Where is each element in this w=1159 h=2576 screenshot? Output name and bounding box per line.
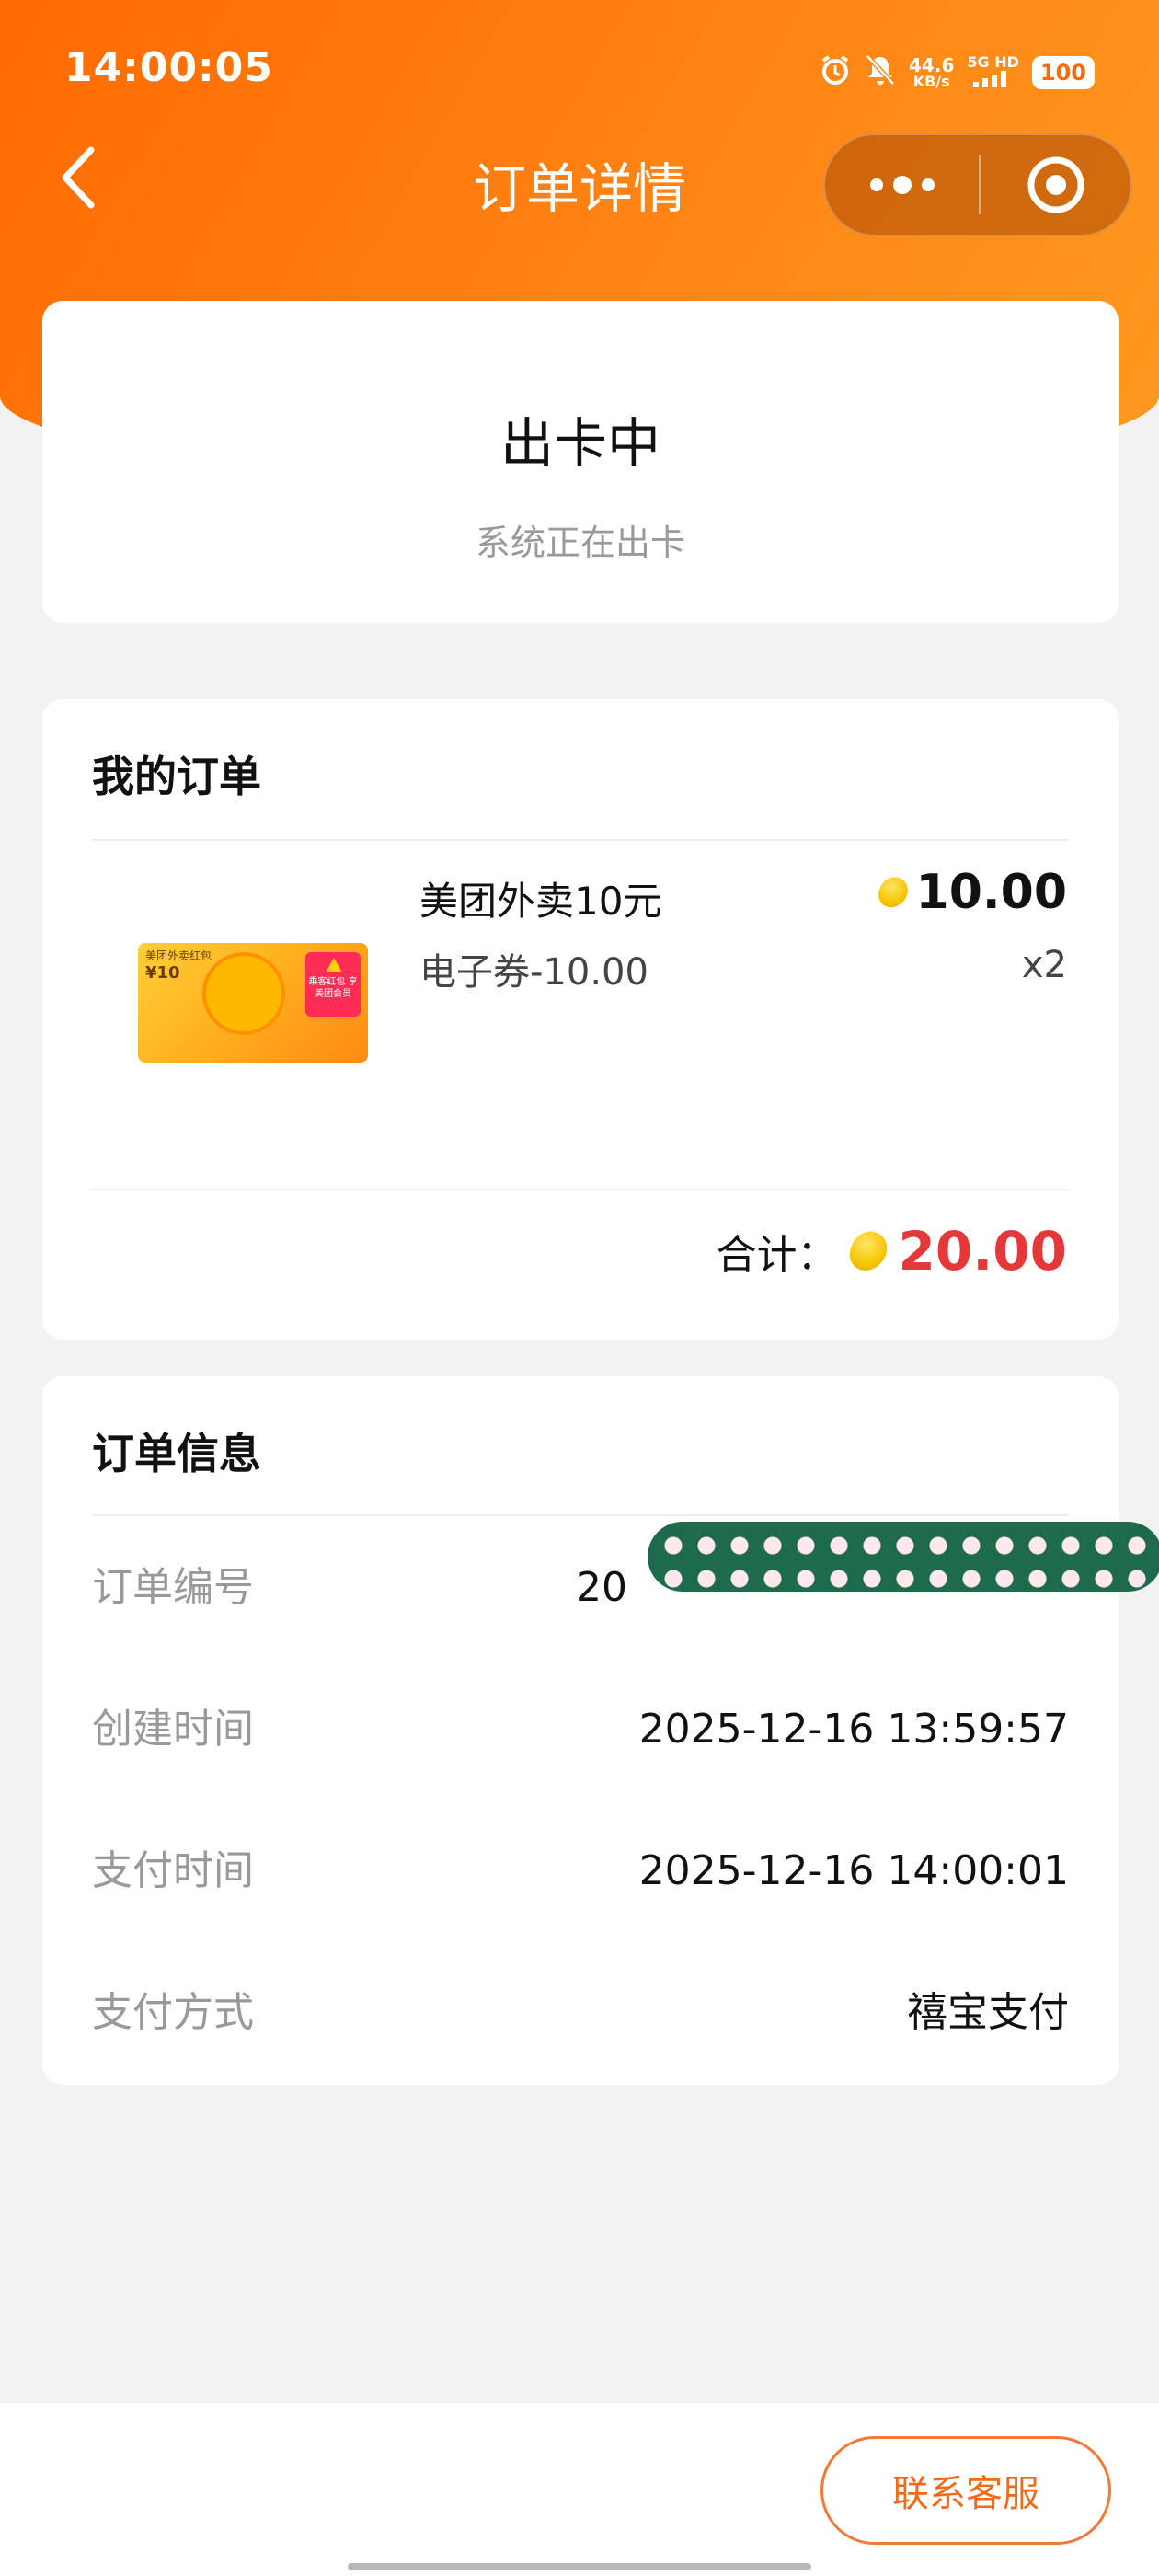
bottom-action-bar: 联系客服	[0, 2401, 1159, 2576]
info-label: 创建时间	[92, 1706, 254, 1753]
bean-coin-icon	[843, 1225, 893, 1277]
net-speed-value: 44.6	[909, 54, 955, 76]
thumb-badge: 乘客红包 享美团会员	[305, 952, 361, 1017]
product-spec: 电子券-10.00	[419, 951, 648, 994]
thumb-amount: ¥10	[145, 963, 180, 983]
more-dots-icon	[869, 176, 935, 194]
product-quantity: x2	[1021, 944, 1067, 986]
info-label: 订单编号	[92, 1564, 254, 1611]
mute-bell-icon	[865, 53, 896, 92]
order-info-title: 订单信息	[92, 1429, 261, 1478]
thumb-badge-text: 乘客红包 享美团会员	[308, 977, 358, 999]
signal-label: 5G HD	[967, 53, 1019, 71]
product-price: 10.00	[873, 865, 1067, 920]
divider	[92, 1514, 1069, 1516]
divider	[92, 1189, 1069, 1190]
total-label: 合计：	[716, 1232, 838, 1279]
contact-support-button[interactable]: 联系客服	[820, 2436, 1111, 2545]
thumb-mascot	[202, 952, 285, 1035]
warning-icon	[326, 958, 342, 972]
order-status-desc: 系统正在出卡	[475, 523, 685, 563]
status-time: 14:00:05	[64, 44, 273, 91]
net-speed-unit: KB/s	[912, 73, 950, 90]
total-value: 20.00	[898, 1220, 1067, 1282]
info-row-payment-method: 支付方式 禧宝支付	[92, 1976, 1069, 2050]
order-number-value: 20	[576, 1564, 627, 1611]
created-time-value: 2025-12-16 13:59:57	[638, 1706, 1069, 1753]
order-status-card: 出卡中 系统正在出卡	[42, 301, 1119, 623]
target-close-icon	[1027, 156, 1084, 213]
divider	[92, 839, 1069, 841]
signal: 5G HD	[967, 54, 1019, 91]
close-miniprogram-button[interactable]	[981, 135, 1130, 235]
product-thumbnail[interactable]: 美团外卖红包 ¥10 乘客红包 享美团会员	[138, 943, 368, 1063]
info-row-created-time: 创建时间 2025-12-16 13:59:57	[92, 1693, 1069, 1766]
alarm-icon	[819, 53, 852, 92]
home-indicator[interactable]	[348, 2563, 811, 2570]
net-speed: 44.6 KB/s	[909, 56, 954, 89]
nav-bar: 订单详情	[0, 129, 1159, 239]
status-icons: 44.6 KB/s 5G HD 100	[819, 50, 1095, 96]
info-row-paid-time: 支付时间 2025-12-16 14:00:01	[92, 1834, 1069, 1908]
order-info-card: 订单信息 订单编号 20 创建时间 2025-12-16 13:59:57 支付…	[42, 1376, 1119, 2085]
more-button[interactable]	[825, 135, 979, 235]
bean-coin-icon	[873, 872, 912, 913]
product-name: 美团外卖10元	[419, 879, 662, 924]
info-label: 支付时间	[92, 1847, 254, 1894]
redaction-sticker	[648, 1522, 1159, 1592]
thumb-text: 美团外卖红包	[145, 949, 212, 962]
battery-indicator: 100	[1031, 56, 1095, 89]
info-label: 支付方式	[92, 1989, 254, 2036]
payment-method-value: 禧宝支付	[907, 1989, 1069, 2036]
signal-bars-icon	[972, 71, 1014, 91]
order-status-title: 出卡中	[499, 412, 660, 475]
product-price-value: 10.00	[915, 865, 1067, 920]
miniprogram-capsule	[823, 133, 1132, 236]
status-bar: 14:00:05 44.6 KB/s 5G HD 100	[0, 0, 1159, 138]
order-total: 合计： 20.00	[717, 1220, 1067, 1282]
my-order-title: 我的订单	[92, 752, 261, 801]
my-order-card: 我的订单 美团外卖红包 ¥10 乘客红包 享美团会员 美团外卖10元 电子券-1…	[42, 699, 1119, 1340]
paid-time-value: 2025-12-16 14:00:01	[638, 1847, 1069, 1894]
